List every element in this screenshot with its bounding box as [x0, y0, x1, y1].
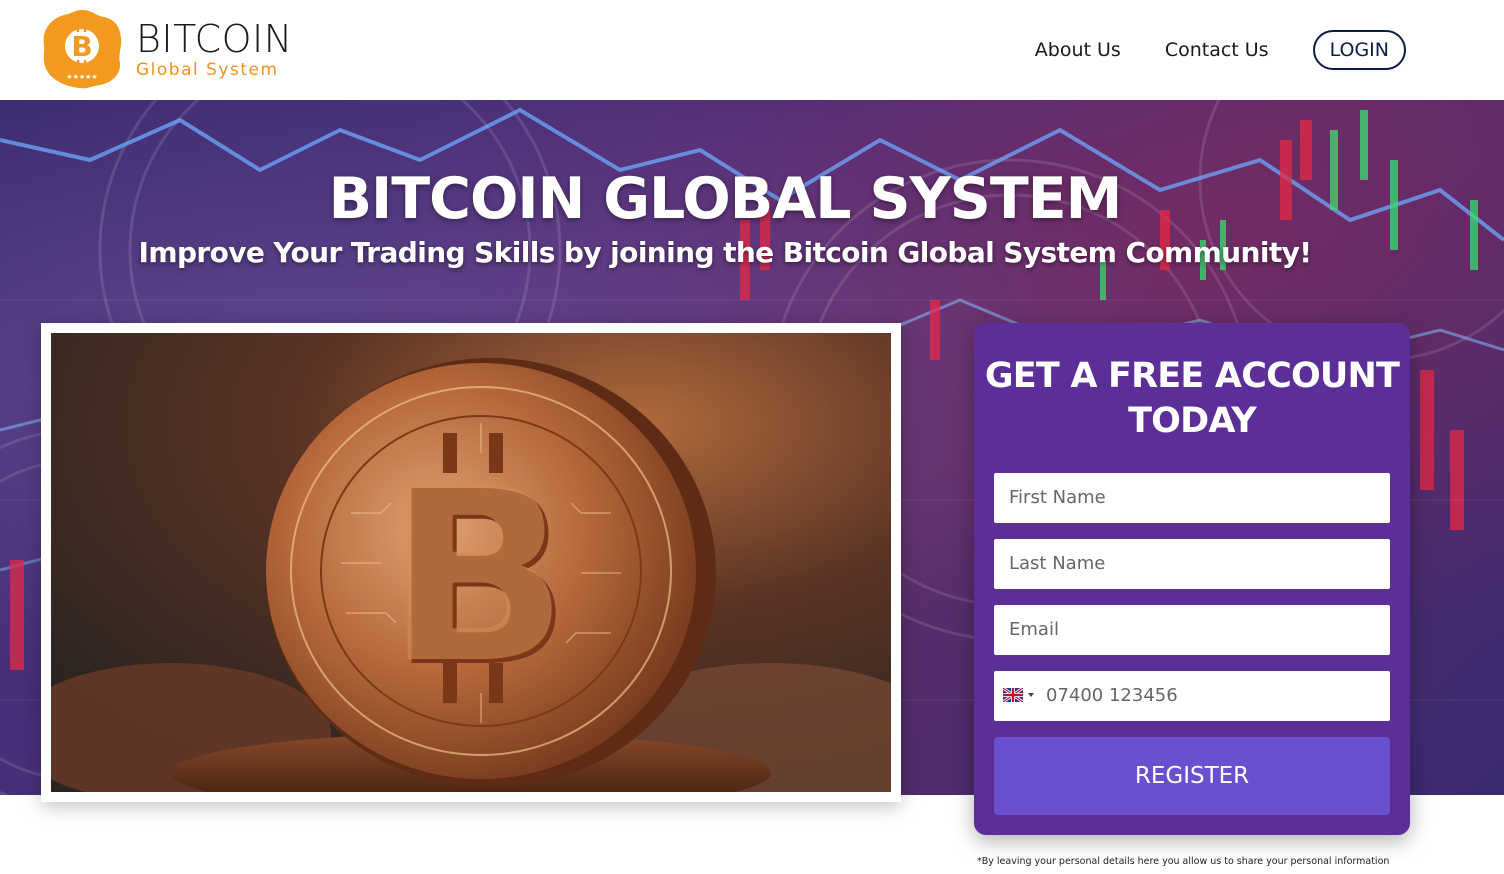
privacy-disclaimer: *By leaving your personal details here y…: [977, 856, 1390, 867]
bitcoin-logo-icon: B ★★★★★: [40, 8, 124, 90]
site-header: B ★★★★★ BITCOIN Global System About Us C…: [0, 0, 1504, 100]
chevron-down-icon[interactable]: [1028, 693, 1034, 697]
login-button[interactable]: LOGIN: [1312, 30, 1406, 70]
svg-text:B: B: [386, 436, 569, 716]
hero-subtitle: Improve Your Trading Skills by joining t…: [138, 236, 1313, 269]
logo-subtitle: Global System: [136, 59, 279, 80]
phone-placeholder: 07400 123456: [1046, 685, 1178, 706]
svg-text:B: B: [71, 30, 92, 63]
last-name-field[interactable]: Last Name: [994, 539, 1390, 589]
register-button[interactable]: REGISTER: [994, 737, 1390, 815]
first-name-field[interactable]: First Name: [994, 473, 1390, 523]
bitcoin-coin-image: B B: [41, 323, 901, 802]
form-title-line2: TODAY: [1128, 401, 1257, 441]
first-name-placeholder: First Name: [1009, 487, 1106, 508]
hero-title: BITCOIN GLOBAL SYSTEM: [328, 166, 1123, 232]
svg-text:★★★★★: ★★★★★: [66, 73, 97, 81]
nav-about-link[interactable]: About Us: [1035, 39, 1121, 61]
email-placeholder: Email: [1009, 619, 1059, 640]
email-field[interactable]: Email: [994, 605, 1390, 655]
last-name-placeholder: Last Name: [1009, 553, 1106, 574]
logo-title: BITCOIN: [136, 16, 293, 61]
main-nav: About Us Contact Us LOGIN: [1035, 30, 1406, 70]
phone-field[interactable]: 07400 123456: [994, 671, 1390, 721]
form-title-line1: GET A FREE ACCOUNT: [984, 356, 1400, 396]
form-title: GET A FREE ACCOUNT TODAY: [974, 354, 1410, 444]
site-logo[interactable]: B ★★★★★ BITCOIN Global System: [40, 8, 293, 90]
signup-form: GET A FREE ACCOUNT TODAY First Name Last…: [974, 323, 1410, 835]
nav-contact-link[interactable]: Contact Us: [1165, 39, 1269, 61]
uk-flag-icon[interactable]: [1003, 688, 1023, 702]
